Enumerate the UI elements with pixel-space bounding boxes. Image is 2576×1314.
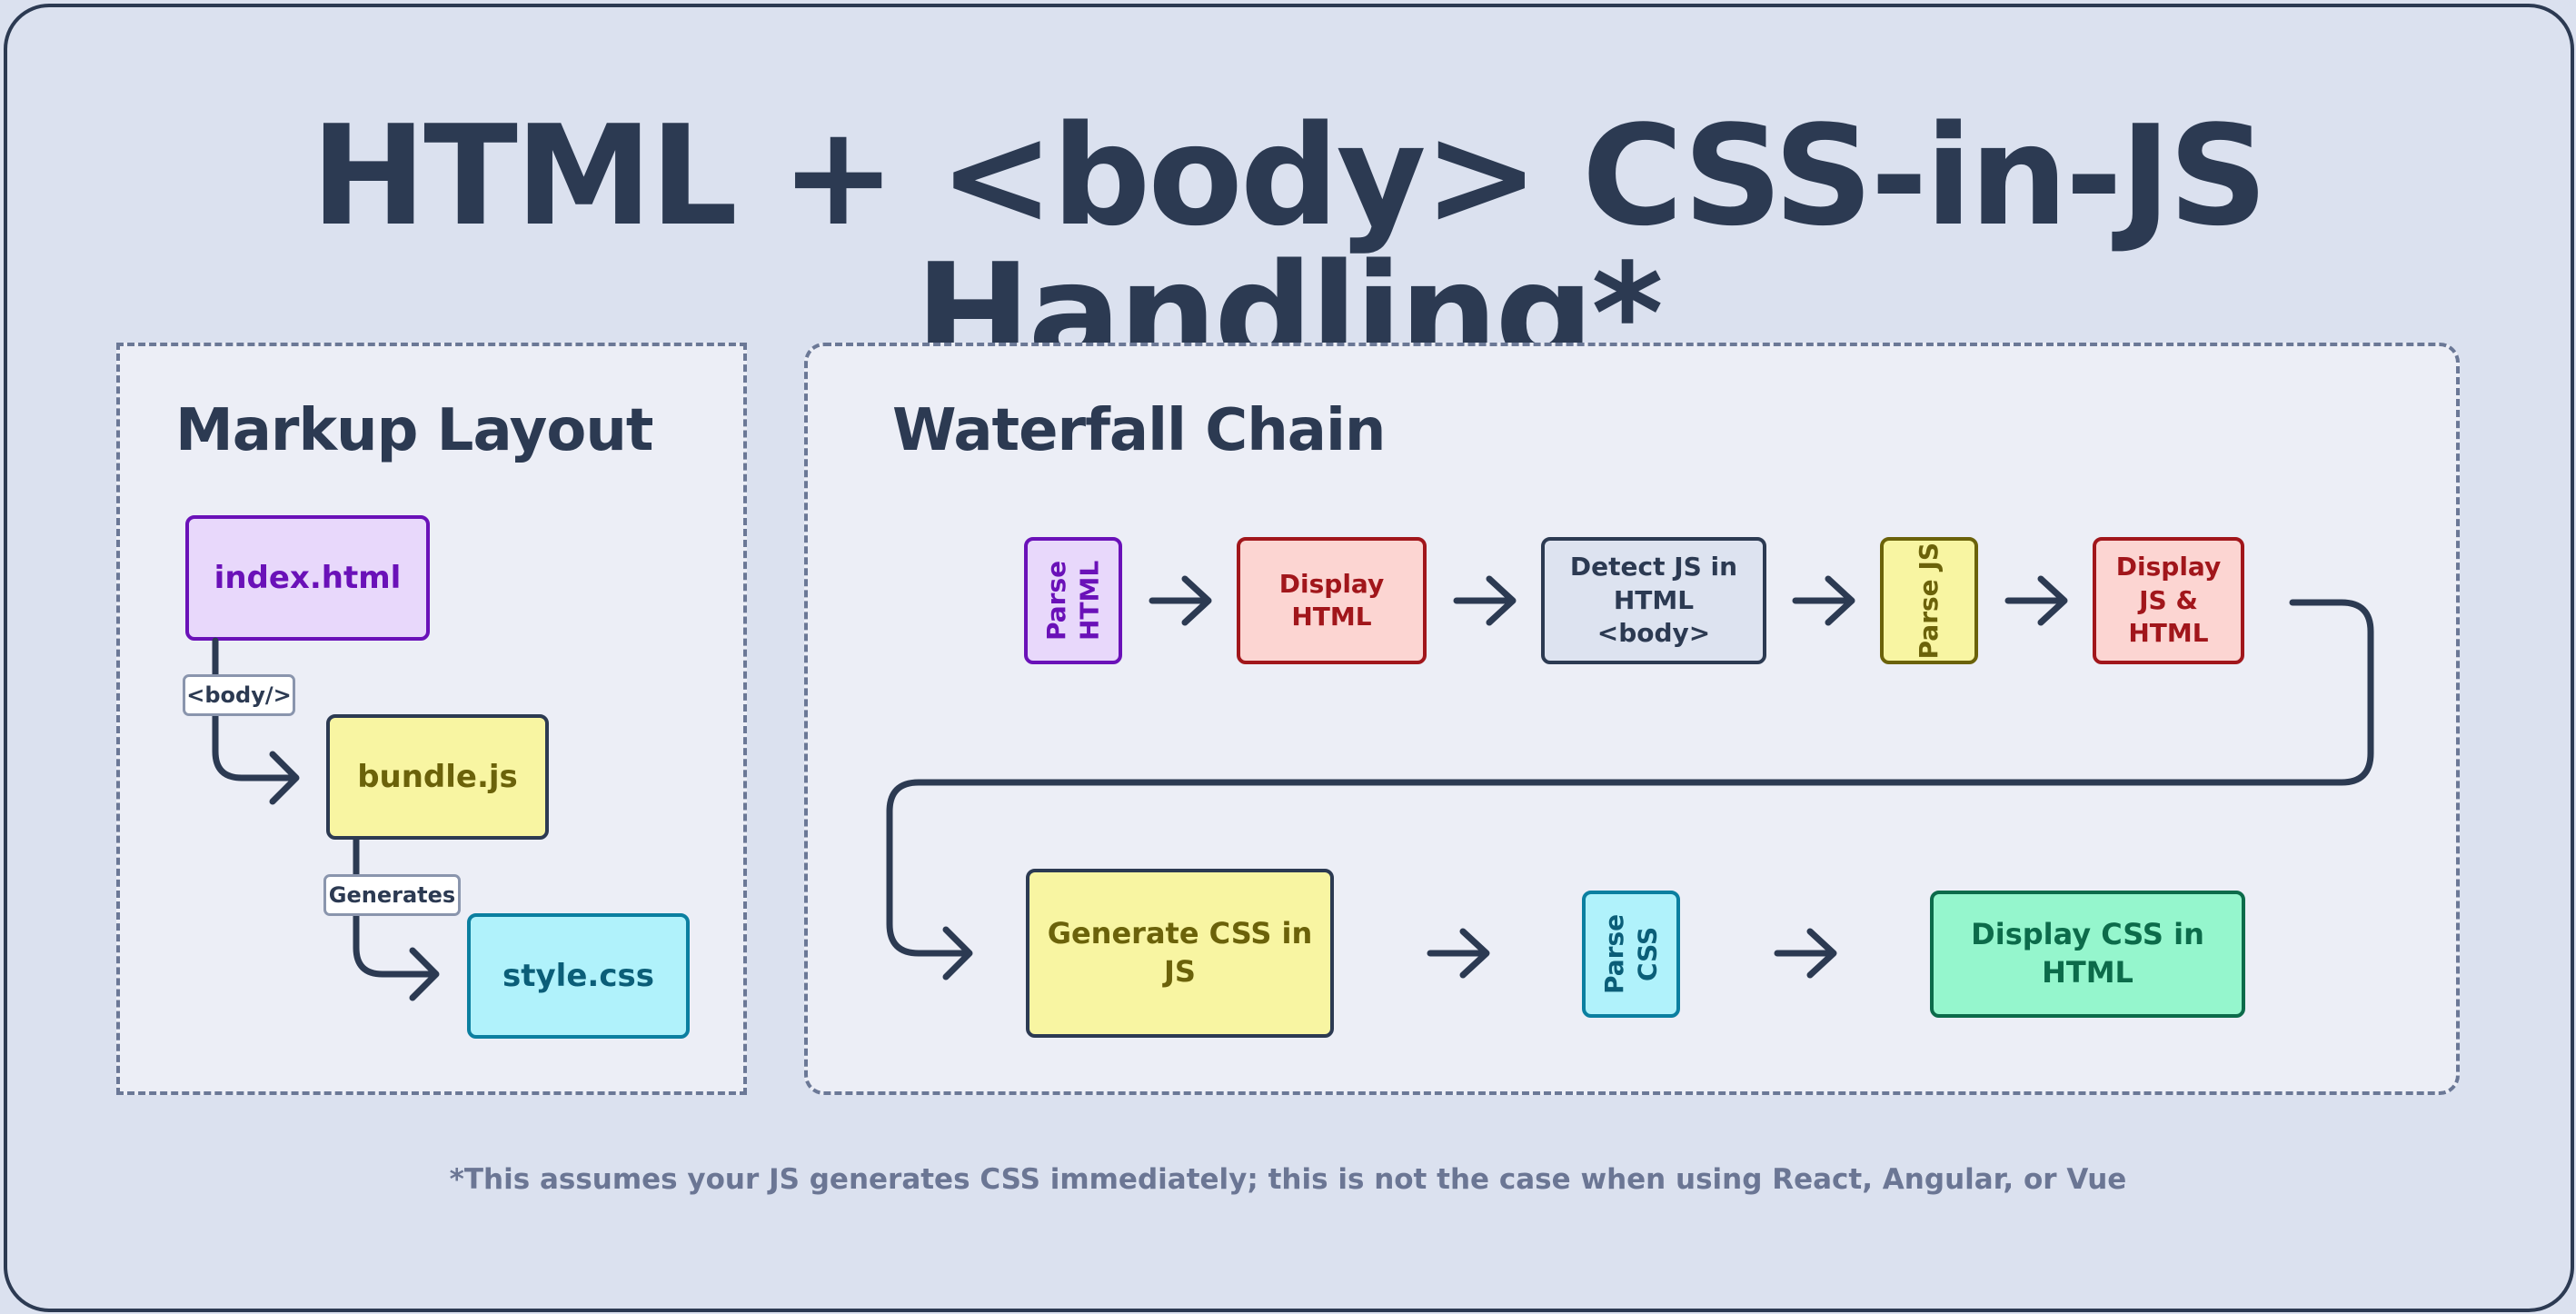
step-parse-js-label: Parse JS <box>1913 542 1944 660</box>
step-parse-js: Parse JS <box>1880 537 1978 664</box>
generates-label: Generates <box>323 874 461 916</box>
step-parse-css-label: Parse CSS <box>1598 913 1662 995</box>
style-css-box: style.css <box>467 913 690 1039</box>
footnote: *This assumes your JS generates CSS imme… <box>449 1163 2127 1196</box>
markup-layout-title: Markup Layout <box>175 397 653 464</box>
step-parse-html-label: Parse HTML <box>1040 560 1104 642</box>
step-detect-js: Detect JS in HTML <body> <box>1541 537 1766 664</box>
bundle-js-box: bundle.js <box>326 714 549 840</box>
step-generate-css-in-js: Generate CSS in JS <box>1026 869 1334 1038</box>
waterfall-chain-title: Waterfall Chain <box>892 397 1386 464</box>
body-tag-label: <body/> <box>183 674 295 716</box>
step-parse-css: Parse CSS <box>1582 891 1680 1018</box>
step-display-js-html: Display JS & HTML <box>2093 537 2244 664</box>
step-display-html: Display HTML <box>1237 537 1427 664</box>
index-html-box: index.html <box>185 515 430 641</box>
step-parse-html: Parse HTML <box>1024 537 1122 664</box>
step-display-css-in-html: Display CSS in HTML <box>1930 891 2245 1018</box>
